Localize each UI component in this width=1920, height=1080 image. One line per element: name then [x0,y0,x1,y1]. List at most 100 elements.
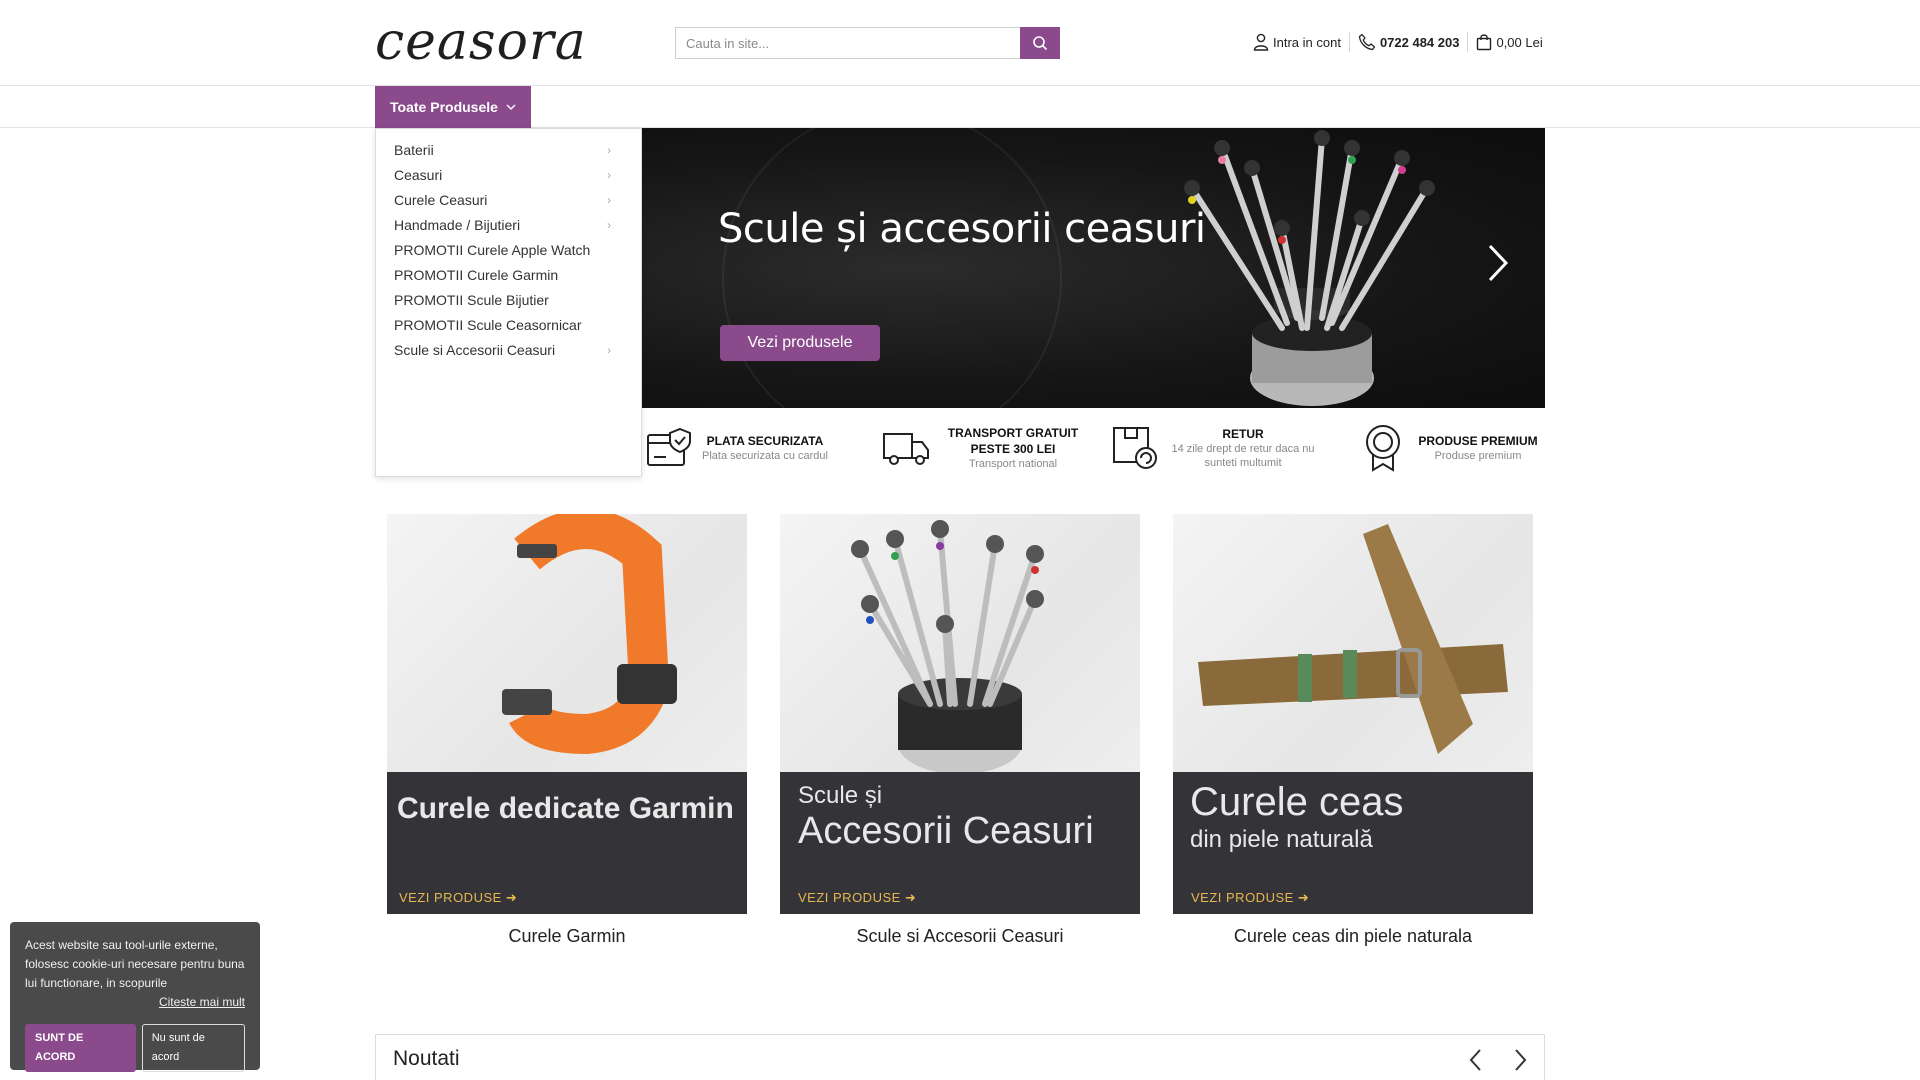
menu-item[interactable]: Baterii › [376,137,641,162]
carousel-controls [1466,1047,1530,1073]
menu-item[interactable]: PROMOTII Curele Apple Watch [376,237,641,262]
screwdriver-set-image [851,520,1044,772]
menu-item-label: PROMOTII Curele Apple Watch [394,241,591,258]
card-link[interactable]: VEZI PRODUSE ➜ [1191,890,1309,906]
cart-link[interactable]: 0,00 Lei [1468,33,1550,51]
chevron-right-icon: › [607,142,611,157]
cart-total: 0,00 Lei [1496,34,1543,50]
card-caption[interactable]: Curele ceas din piele naturala [1173,926,1533,947]
feature-item: RETUR 14 zile drept de retur daca nu sun… [1102,418,1328,478]
feature-subtitle: Produse premium [1434,450,1522,462]
section-title: Noutati [393,1047,460,1070]
logo-text: ceasora [375,12,587,72]
cookie-buttons: SUNT DE ACORD Nu sunt de acord [25,1024,245,1072]
cookie-banner: Acest website sau tool-urile externe, fo… [10,922,260,1072]
feature-title: RETUR [1222,427,1264,441]
hero-title: Scule și accesorii ceasuri [718,206,1206,252]
hero-banner[interactable]: Scule și accesorii ceasuri Vezi produsel… [642,128,1545,408]
category-card[interactable]: Scule și Accesorii Ceasuri VEZI PRODUSE … [780,514,1140,947]
card-caption[interactable]: Scule si Accesorii Ceasuri [780,926,1140,947]
page: ceasora Intra in cont 0722 484 203 0,00 … [0,0,1920,1080]
card-banner-title: Accesorii Ceasuri [798,810,1094,852]
menu-item-label: Scule si Accesorii Ceasuri [394,341,556,358]
chevron-right-icon: › [607,217,611,232]
card-banner-subtitle: din piele naturală [1190,826,1373,853]
award-badge-icon [1366,425,1400,472]
chevron-right-icon[interactable] [1510,1047,1530,1073]
card-banner-title: Curele ceas [1190,780,1404,824]
cookie-accept-button[interactable]: SUNT DE ACORD [25,1024,136,1072]
menu-item[interactable]: Scule si Accesorii Ceasuri › [376,337,641,362]
feature-title: TRANSPORT GRATUIT PESTE 300 LEI [947,426,1079,456]
card-banner-subtitle: Scule și [798,782,883,809]
account-label: Intra in cont [1273,34,1341,50]
watch-dial-decoration [722,128,1062,408]
menu-item-label: Curele Ceasuri [394,191,488,208]
search-input[interactable] [675,27,1020,59]
screwdriver-set-image [1184,130,1435,406]
chevron-down-icon [506,104,516,110]
chevron-left-icon[interactable] [1466,1047,1486,1073]
category-card[interactable]: Curele ceas din piele naturală VEZI PROD… [1173,514,1533,947]
search-button[interactable] [1020,27,1060,59]
menu-item[interactable]: PROMOTII Curele Garmin [376,262,641,287]
card-link[interactable]: VEZI PRODUSE ➜ [798,890,916,906]
menu-item[interactable]: Curele Ceasuri › [376,187,641,212]
site-header: ceasora Intra in cont 0722 484 203 0,00 … [0,0,1920,86]
chevron-right-icon[interactable] [1482,238,1512,288]
new-products-section: Noutati [375,1034,1545,1080]
leather-strap-image [1198,524,1508,754]
logo[interactable]: ceasora [375,12,586,72]
chevron-right-icon: › [607,192,611,207]
shopping-bag-icon [1477,34,1492,51]
category-menu: Baterii › Ceasuri › Curele Ceasuri › Handmade … [375,128,642,477]
chevron-right-icon: › [607,167,611,182]
menu-item[interactable]: PROMOTII Scule Ceasornicar [376,312,641,337]
feature-text: PRODUSE PREMIUM Produse premium [1411,433,1545,463]
card-image[interactable]: Scule și Accesorii Ceasuri VEZI PRODUSE … [780,514,1140,914]
user-icon [1253,33,1269,51]
feature-text: PLATA SECURIZATA Plata securizata cu car… [702,433,828,463]
feature-item: PLATA SECURIZATA Plata securizata cu car… [642,418,868,478]
secure-payment-icon [647,427,691,466]
menu-item-label: Handmade / Bijutieri [394,216,521,233]
cookie-text: Acest website sau tool-urile externe, fo… [25,938,245,990]
phone-link[interactable]: 0722 484 203 [1350,33,1468,51]
card-link[interactable]: VEZI PRODUSE ➜ [399,890,517,906]
card-image[interactable]: Curele ceas din piele naturală VEZI PROD… [1173,514,1533,914]
feature-text: RETUR 14 zile drept de retur daca nu sun… [1168,426,1318,470]
card-image[interactable]: Curele dedicate Garmin VEZI PRODUSE ➜ [387,514,747,914]
cookie-decline-button[interactable]: Nu sunt de acord [141,1024,245,1072]
phone-number: 0722 484 203 [1379,34,1460,50]
feature-subtitle: Transport national [968,458,1058,470]
feature-item: PRODUSE PREMIUM Produse premium [1328,418,1545,478]
hero-cta-button[interactable]: Vezi produsele [720,325,880,361]
chevron-right-icon: › [607,342,611,357]
cookie-read-more-link[interactable]: Citeste mai mult [25,993,245,1012]
features-strip: PLATA SECURIZATA Plata securizata cu car… [642,418,1545,478]
menu-item-label: PROMOTII Scule Bijutier [394,291,549,308]
menu-item[interactable]: Handmade / Bijutieri › [376,212,641,237]
feature-item: TRANSPORT GRATUIT PESTE 300 LEI Transpor… [868,418,1102,478]
menu-item-label: Ceasuri [394,166,443,183]
search-icon [1033,36,1048,51]
account-link[interactable]: Intra in cont [1245,33,1349,51]
menu-item[interactable]: Ceasuri › [376,162,641,187]
category-card[interactable]: Curele dedicate Garmin VEZI PRODUSE ➜ Cu… [387,514,747,947]
card-banner: Curele ceas din piele naturală VEZI PROD… [1173,772,1533,914]
card-banner: Curele dedicate Garmin VEZI PRODUSE ➜ [387,772,747,914]
truck-icon [883,433,929,465]
nav-bar: Toate Produsele [0,86,1920,128]
feature-title: PLATA SECURIZATA [706,434,824,448]
watch-band-image [502,514,677,755]
phone-icon [1358,33,1376,51]
menu-item-label: PROMOTII Scule Ceasornicar [394,316,582,333]
card-banner: Scule și Accesorii Ceasuri VEZI PRODUSE … [780,772,1140,914]
feature-text: TRANSPORT GRATUIT PESTE 300 LEI Transpor… [938,425,1088,471]
card-banner-title: Curele dedicate Garmin [397,792,734,825]
all-products-button[interactable]: Toate Produsele [375,86,531,128]
return-box-icon [1113,427,1157,469]
menu-item[interactable]: PROMOTII Scule Bijutier [376,287,641,312]
card-caption[interactable]: Curele Garmin [387,926,747,947]
menu-item-label: PROMOTII Curele Garmin [394,266,559,283]
